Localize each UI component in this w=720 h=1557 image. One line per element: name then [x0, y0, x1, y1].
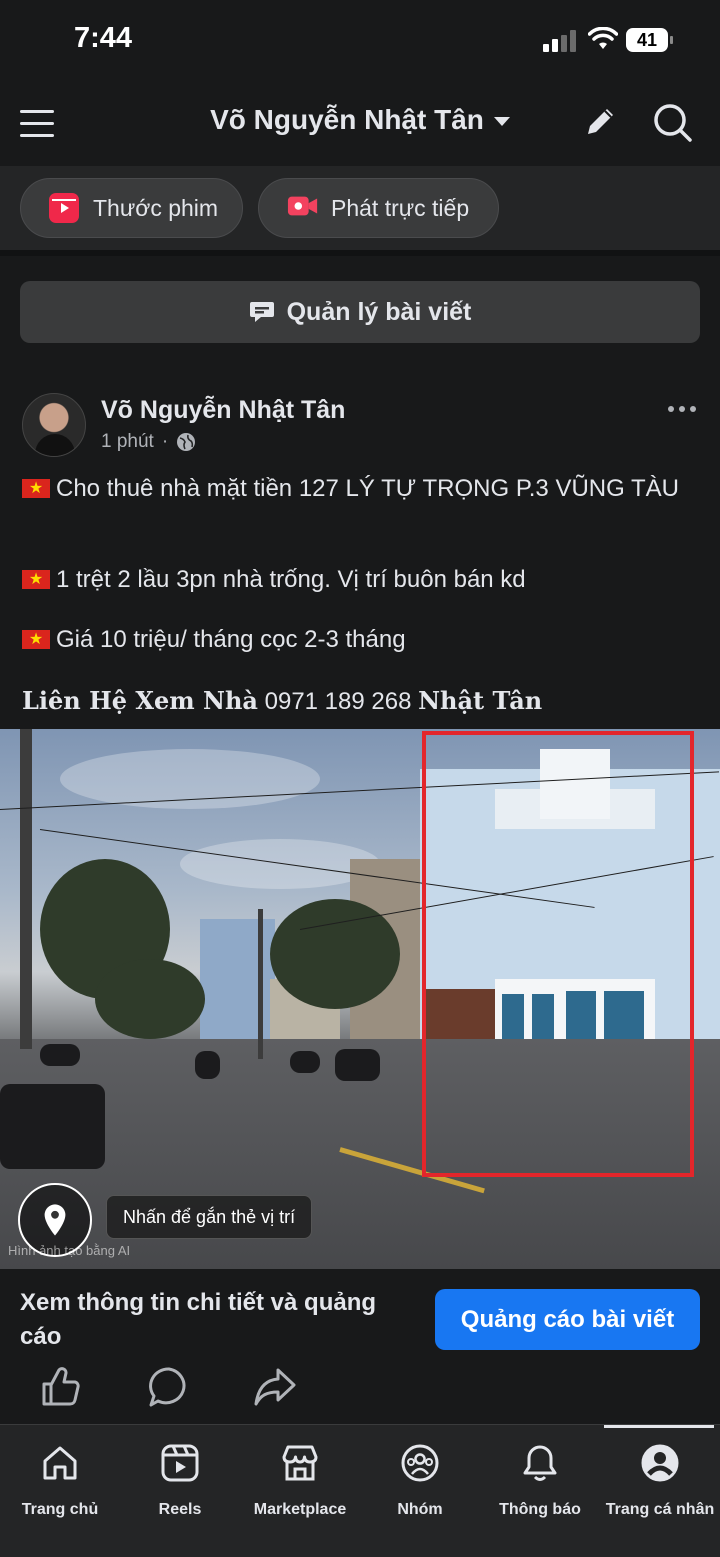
- profile-name: Võ Nguyễn Nhật Tân: [210, 104, 484, 135]
- post-line: Giá 10 triệu/ tháng cọc 2-3 tháng: [22, 624, 702, 655]
- more-options-icon[interactable]: [668, 400, 698, 418]
- reels-chip[interactable]: Thước phim: [20, 178, 243, 238]
- post-line-text: Cho thuê nhà mặt tiền 127 LÝ TỰ TRỌNG P.…: [56, 475, 680, 502]
- live-chip[interactable]: Phát trực tiếp: [258, 178, 499, 238]
- live-video-icon: [287, 193, 318, 223]
- home-icon: [43, 1446, 77, 1480]
- nav-marketplace[interactable]: Marketplace: [240, 1439, 360, 1519]
- vietnam-flag-icon: [22, 627, 50, 652]
- reels-icon: [161, 1444, 199, 1482]
- vietnam-flag-icon: [22, 476, 50, 501]
- highlight-frame: [422, 731, 694, 1177]
- marketplace-icon: [282, 1445, 318, 1481]
- post-photo[interactable]: Nhấn để gắn thẻ vị trí Hình ảnh tạo bằng…: [0, 729, 720, 1269]
- vietnam-flag-icon: [22, 567, 50, 592]
- status-bar: 7:44 41: [0, 0, 720, 80]
- comment-icon[interactable]: [146, 1364, 192, 1410]
- caret-down-icon: [493, 117, 510, 127]
- post-meta: 1 phút ·: [101, 431, 196, 453]
- boost-description: Xem thông tin chi tiết và quảng cáo: [20, 1289, 377, 1350]
- avatar[interactable]: [22, 393, 86, 457]
- share-icon[interactable]: [252, 1364, 298, 1410]
- location-pin-icon: [44, 1204, 66, 1236]
- active-tab-indicator: [604, 1425, 714, 1428]
- wifi-icon: [588, 27, 618, 49]
- signal-icon: [543, 30, 577, 52]
- nav-marketplace-label: Marketplace: [253, 1501, 347, 1518]
- nav-profile-label: Trang cá nhân: [605, 1501, 715, 1518]
- boost-post-button[interactable]: Quảng cáo bài viết: [435, 1289, 700, 1350]
- chat-bubble-icon: [249, 300, 275, 324]
- manage-posts-button[interactable]: Quản lý bài viết: [20, 281, 700, 343]
- reels-icon: [49, 193, 79, 223]
- post-line-text: 1 trệt 2 lầu 3pn nhà trống. Vị trí buôn …: [56, 566, 526, 593]
- nav-profile[interactable]: Trang cá nhân: [600, 1439, 720, 1519]
- post-line: 1 trệt 2 lầu 3pn nhà trống. Vị trí buôn …: [22, 564, 702, 595]
- manage-posts-label: Quản lý bài viết: [286, 297, 472, 326]
- nav-reels-label: Reels: [158, 1501, 202, 1518]
- reels-chip-label: Thước phim: [93, 194, 219, 221]
- battery-icon: 41: [626, 28, 674, 52]
- create-chips: Thước phim Phát trực tiếp: [0, 166, 720, 250]
- post-contact-line: Liên Hệ Xem Nhà 0971 189 268 Nhật Tân: [22, 685, 702, 717]
- bell-icon: [523, 1445, 557, 1481]
- nav-groups[interactable]: Nhóm: [360, 1439, 480, 1519]
- nav-reels[interactable]: Reels: [120, 1439, 240, 1519]
- contact-phone[interactable]: 0971 189 268: [265, 688, 412, 715]
- globe-icon: [177, 433, 196, 451]
- profile-icon: [641, 1444, 679, 1482]
- contact-prefix: Liên Hệ Xem Nhà: [22, 686, 258, 715]
- nav-home-label: Trang chủ: [21, 1501, 99, 1518]
- post-line: Cho thuê nhà mặt tiền 127 LÝ TỰ TRỌNG P.…: [22, 473, 702, 504]
- pencil-icon[interactable]: [580, 102, 620, 142]
- menu-icon[interactable]: [20, 108, 54, 138]
- like-icon[interactable]: [38, 1364, 84, 1410]
- top-bar: Võ Nguyễn Nhật Tân: [0, 80, 720, 166]
- nav-notifications-label: Thông báo: [499, 1501, 581, 1518]
- post-author[interactable]: Võ Nguyễn Nhật Tân: [101, 396, 345, 425]
- live-chip-label: Phát trực tiếp: [331, 194, 470, 221]
- profile-switcher[interactable]: Võ Nguyễn Nhật Tân: [200, 104, 520, 136]
- meta-separator: ·: [161, 431, 169, 452]
- bottom-navigation: Trang chủ Reels Marketplace Nhóm Thông b…: [0, 1424, 720, 1557]
- search-icon[interactable]: [650, 100, 694, 144]
- status-time: 7:44: [74, 22, 133, 54]
- post-time: 1 phút: [101, 431, 154, 452]
- post-line-text: Giá 10 triệu/ tháng cọc 2-3 tháng: [56, 626, 406, 653]
- nav-notifications[interactable]: Thông báo: [480, 1439, 600, 1519]
- location-tooltip[interactable]: Nhấn để gắn thẻ vị trí: [106, 1195, 313, 1239]
- section-divider: [0, 250, 720, 256]
- nav-groups-label: Nhóm: [397, 1501, 443, 1518]
- contact-name: Nhật Tân: [418, 686, 543, 715]
- nav-home[interactable]: Trang chủ: [0, 1439, 120, 1519]
- battery-level: 41: [636, 30, 658, 50]
- groups-icon: [401, 1444, 439, 1482]
- ai-generated-label: Hình ảnh tạo bằng AI: [8, 1243, 131, 1258]
